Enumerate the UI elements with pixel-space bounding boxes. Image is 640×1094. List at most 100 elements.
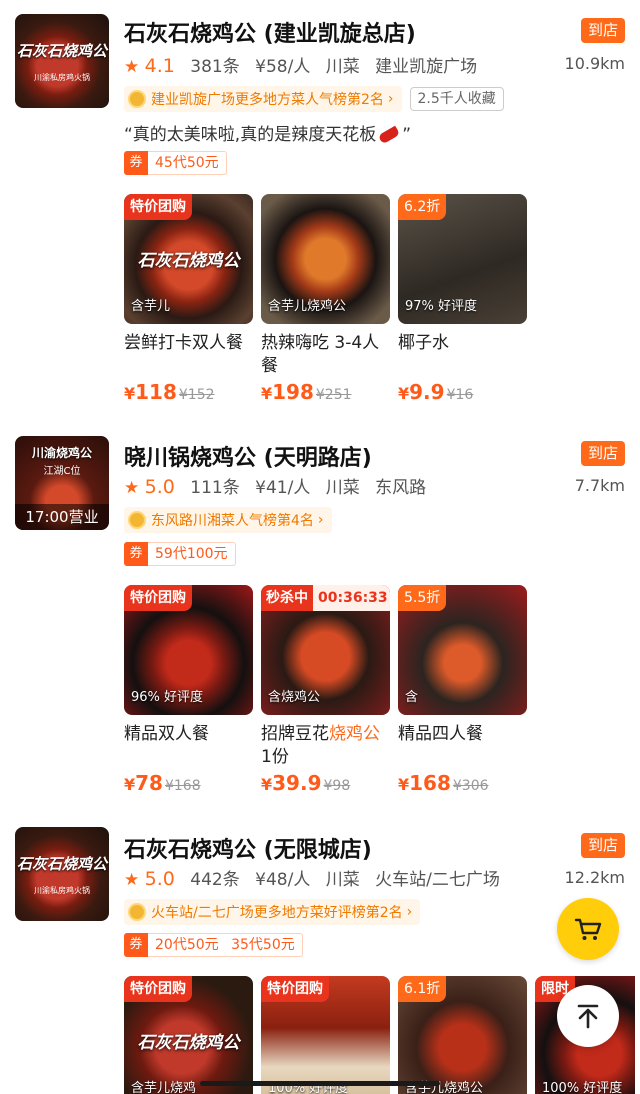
store-meta: ★ 5.0 442条 ¥48/人 川菜 火车站/二七广场 <box>124 865 500 890</box>
store-thumbnail[interactable]: 石灰石烧鸡公 川渝私房鸡火锅 <box>15 14 109 108</box>
deal-price: ¥118 <box>124 380 177 404</box>
back-to-top-button[interactable] <box>557 985 619 1047</box>
medal-icon <box>128 511 146 529</box>
star-icon: ★ <box>124 870 140 890</box>
deal-list: 特价团购 96% 好评度 精品双人餐 ¥78 ¥168 秒杀中 00:36:33 … <box>124 585 527 795</box>
deal-ribbon: 特价团购 <box>261 976 329 1002</box>
area: 火车站/二七广场 <box>375 870 500 890</box>
original-price: ¥152 <box>178 387 215 403</box>
image-tag: 97% 好评度 <box>405 299 478 314</box>
deal-list: 特价团购 石灰石烧鸡公 含芋儿烧鸡 特价团购 100% 好评度 6.1折 含芋儿… <box>124 976 635 1094</box>
deal-item[interactable]: 特价团购 96% 好评度 精品双人餐 ¥78 ¥168 <box>124 585 253 795</box>
favorites-count: 2.5千人收藏 <box>409 87 504 111</box>
deal-item[interactable]: 6.1折 含芋儿烧鸡公 <box>398 976 527 1094</box>
deal-list: 特价团购 石灰石烧鸡公 含芋儿 尝鲜打卡双人餐 ¥118 ¥152 含芋儿烧鸡公 … <box>124 194 527 404</box>
deal-item[interactable]: 特价团购 石灰石烧鸡公 含芋儿 尝鲜打卡双人餐 ¥118 ¥152 <box>124 194 253 404</box>
area: 建业凯旋广场 <box>375 57 478 77</box>
review-count: 442条 <box>190 870 240 890</box>
image-tag: 含芋儿 <box>131 299 171 314</box>
coupon-values: 45代50元 <box>148 151 227 175</box>
store-thumbnail[interactable]: 川渝烧鸡公 江湖C位 17:00营业 <box>15 436 109 530</box>
store-name[interactable]: 晓川锅烧鸡公 (天明路店) <box>124 440 372 472</box>
image-tag: 含芋儿烧鸡 <box>131 1081 197 1094</box>
price-row: ¥9.9 ¥16 <box>398 380 527 404</box>
deal-price: ¥39.9 <box>261 771 322 795</box>
store-name[interactable]: 石灰石烧鸡公 (无限城店) <box>124 832 372 864</box>
original-price: ¥168 <box>164 778 201 794</box>
avg-price: ¥58/人 <box>255 57 311 77</box>
deal-ribbon: 特价团购 <box>124 194 192 220</box>
coupon-row[interactable]: 券 45代50元 <box>124 151 227 175</box>
review-count: 111条 <box>190 478 240 498</box>
arrive-store-button[interactable]: 到店 <box>581 18 625 43</box>
rank-text: 火车站/二七广场更多地方菜好评榜第2名 <box>151 905 403 921</box>
coupon-row[interactable]: 券 59代100元 <box>124 542 236 566</box>
quote-text: “真的太美味啦,真的是辣度天花板 <box>124 125 377 145</box>
star-icon: ★ <box>124 478 140 498</box>
coupon-tag: 券 <box>124 151 148 175</box>
cart-button[interactable] <box>557 898 619 960</box>
rank-text: 建业凯旋广场更多地方菜人气榜第2名 <box>151 92 384 108</box>
flash-sale-label: 秒杀中 <box>266 590 308 606</box>
rating: 4.1 <box>144 55 175 77</box>
arrive-store-button[interactable]: 到店 <box>581 833 625 858</box>
price-row: ¥168 ¥306 <box>398 771 527 795</box>
store-thumbnail[interactable]: 石灰石烧鸡公 川渝私房鸡火锅 <box>15 827 109 921</box>
distance: 12.2km <box>564 868 625 887</box>
distance: 10.9km <box>564 54 625 73</box>
discount-ribbon: 6.1折 <box>398 976 447 1002</box>
price-row: ¥118 ¥152 <box>124 380 253 404</box>
deal-title: 精品双人餐 <box>124 724 209 744</box>
coupon-value: 35代50元 <box>231 937 295 953</box>
chevron-right-icon: › <box>317 512 324 528</box>
deal-item[interactable]: 特价团购 石灰石烧鸡公 含芋儿烧鸡 <box>124 976 253 1094</box>
deal-image: 5.5折 含 <box>398 585 527 715</box>
deal-title: 精品四人餐 <box>398 724 483 744</box>
medal-icon <box>128 903 146 921</box>
coupon-value: 20代50元 <box>155 937 219 953</box>
deal-item[interactable]: 6.2折 97% 好评度 椰子水 ¥9.9 ¥16 <box>398 194 527 404</box>
deal-item[interactable]: 5.5折 含 精品四人餐 ¥168 ¥306 <box>398 585 527 795</box>
store-meta: ★ 4.1 381条 ¥58/人 川菜 建业凯旋广场 <box>124 52 477 77</box>
star-icon: ★ <box>124 57 140 77</box>
arrive-store-button[interactable]: 到店 <box>581 441 625 466</box>
coupon-tag: 券 <box>124 933 148 957</box>
deal-image: 特价团购 石灰石烧鸡公 含芋儿 <box>124 194 253 324</box>
rank-badge[interactable]: 东风路川湘菜人气榜第4名 › <box>124 507 332 533</box>
chili-icon <box>378 125 401 145</box>
coupon-value: 59代100元 <box>155 546 228 562</box>
rank-row: 火车站/二七广场更多地方菜好评榜第2名 › <box>124 899 421 925</box>
deal-item[interactable]: 特价团购 100% 好评度 <box>261 976 390 1094</box>
image-caption: 石灰石烧鸡公 <box>137 251 240 271</box>
image-tag: 100% 好评度 <box>542 1081 623 1094</box>
avg-price: ¥48/人 <box>255 870 311 890</box>
deal-image: 特价团购 100% 好评度 <box>261 976 390 1094</box>
area: 东风路 <box>375 478 427 498</box>
rank-badge[interactable]: 火车站/二七广场更多地方菜好评榜第2名 › <box>124 899 421 925</box>
avg-price: ¥41/人 <box>255 478 311 498</box>
deal-title: 椰子水 <box>398 333 449 353</box>
deal-price: ¥198 <box>261 380 314 404</box>
medal-icon <box>128 90 146 108</box>
chevron-right-icon: › <box>387 91 394 107</box>
deal-item[interactable]: 含芋儿烧鸡公 热辣嗨吃 3-4人餐 ¥198 ¥251 <box>261 194 390 404</box>
rank-badge[interactable]: 建业凯旋广场更多地方菜人气榜第2名 › <box>124 86 402 112</box>
quote-close: ” <box>402 125 412 145</box>
thumbnail-text: 川渝烧鸡公 <box>31 446 92 460</box>
deal-image: 秒杀中 00:36:33 含烧鸡公 <box>261 585 390 715</box>
deal-item[interactable]: 秒杀中 00:36:33 含烧鸡公 招牌豆花烧鸡公1份 ¥39.9 ¥98 <box>261 585 390 795</box>
deal-title: 尝鲜打卡双人餐 <box>124 333 243 353</box>
review-count: 381条 <box>190 57 240 77</box>
discount-ribbon: 5.5折 <box>398 585 447 611</box>
deal-image: 6.1折 含芋儿烧鸡公 <box>398 976 527 1094</box>
cuisine: 川菜 <box>325 870 360 890</box>
cuisine: 川菜 <box>325 478 360 498</box>
cuisine: 川菜 <box>325 57 360 77</box>
thumbnail-text: 石灰石烧鸡公 <box>16 855 107 873</box>
store-name[interactable]: 石灰石烧鸡公 (建业凯旋总店) <box>124 16 416 48</box>
home-indicator <box>200 1081 440 1086</box>
coupon-row[interactable]: 券 20代50元 35代50元 <box>124 933 303 957</box>
coupon-value: 45代50元 <box>155 155 219 171</box>
image-tag: 含 <box>405 690 419 705</box>
opening-hours: 17:00营业 <box>15 504 109 530</box>
